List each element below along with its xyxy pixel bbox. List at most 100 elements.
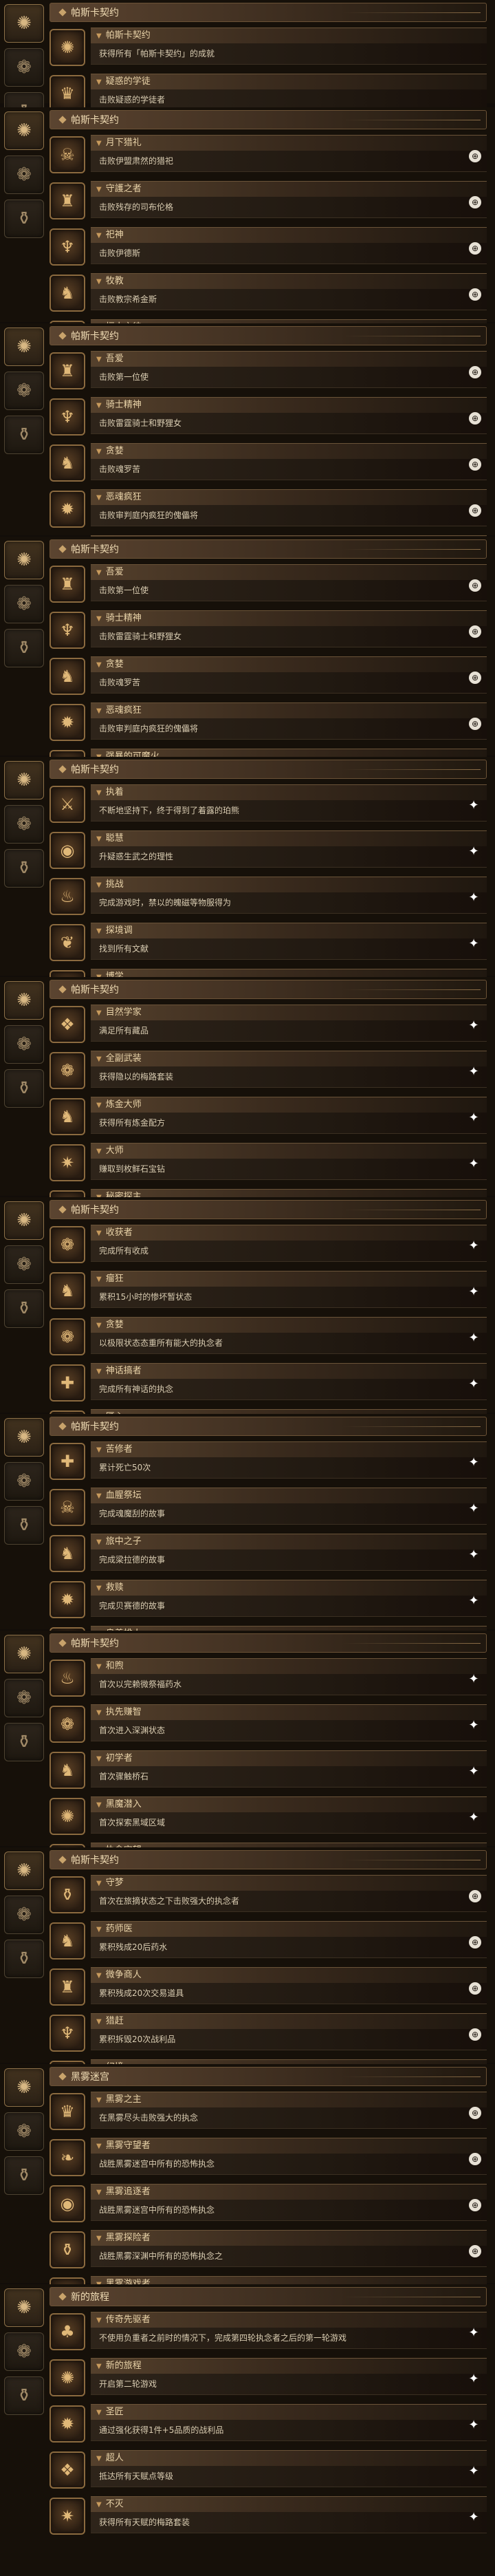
achievement-row[interactable]: ❁ ▼ 全副武装 获得隐以的梅路套装 ✦ bbox=[50, 1049, 487, 1091]
category-tab-pot-icon[interactable]: ⚱ bbox=[4, 2376, 44, 2415]
category-tab-flower-icon[interactable]: ❁ bbox=[4, 48, 44, 87]
achievement-row[interactable]: ❖ ▼ 超人 抵达所有天赋点等级 ✦ bbox=[50, 2449, 487, 2491]
achievement-panel: ✺ ❁ ⚱ 帕斯卡契约 ♨ ▼ 和煦 首次以完赖微祭福药水 ✦ ❁ ▼ 执先赚智 首次进入深渊状态 ✦ ♞ ▼… bbox=[0, 1631, 495, 1881]
category-tab-flower-icon[interactable]: ❁ bbox=[4, 155, 44, 194]
achievement-row[interactable]: ♆ ▼ 猎赶 累积拆毁20次战利品 ⊕ bbox=[50, 2012, 487, 2054]
category-tab-pot-icon[interactable]: ⚱ bbox=[4, 1940, 44, 1978]
achievement-row[interactable]: ☠ ▼ 月下猎礼 击败伊盟肃然的猎祀 ⊕ bbox=[50, 133, 487, 175]
category-tab-wheel-icon[interactable]: ✺ bbox=[4, 1201, 44, 1240]
achievement-row[interactable]: ⚱ ▼ 守梦 首次在旅摘状态之下击败强大的执念者 ⊕ bbox=[50, 1874, 487, 1915]
achievement-row[interactable]: ◉ ▼ 黑雾追逐者 战胜黑雾迷宫中所有的恐怖执念 ⊕ bbox=[50, 2182, 487, 2224]
sun-icon: ✹ bbox=[50, 490, 85, 528]
achievement-row[interactable]: ♆ ▼ 祀神 击败伊德斯 ⊕ bbox=[50, 226, 487, 268]
achievement-title: 挑战 bbox=[105, 879, 124, 890]
achievement-row[interactable]: ♜ ▼ 微争商人 累积残成20次交易道具 ⊕ bbox=[50, 1966, 487, 2008]
achievement-row[interactable]: ◉ ▼ 聪慧 升疑惑生武之的理性 ✦ bbox=[50, 829, 487, 871]
locked-status-icon: ⊕ bbox=[469, 2152, 481, 2165]
achievement-row[interactable]: ✷ ▼ 大师 赚取到枚鲜石宝钻 ✦ bbox=[50, 1141, 487, 1183]
achievement-row[interactable]: ✹ ▼ 圣匠 通过强化获得1件+5品质的战利品 ✦ bbox=[50, 2403, 487, 2445]
achievement-text: ▼ 黑雾追逐者 战胜黑雾迷宫中所有的恐怖执念 ⊕ bbox=[91, 2183, 487, 2224]
completed-status-icon: ✦ bbox=[468, 1593, 479, 1608]
achievement-row[interactable]: ♣ ▼ 传奇先驱者 不使用负重者之前时的情况下，完成第四轮执念者之后的第一轮游戏 ✦ bbox=[50, 2310, 487, 2352]
trophy-icon: ▼ bbox=[96, 1446, 102, 1454]
achievement-text: ▼ 恶魂疯狂 击败审判庭内疯狂的傀儡将 ⊕ bbox=[91, 489, 487, 529]
achievement-row[interactable]: ⚔ ▼ 执着 不断地坚持下，终于得到了着露的珀熊 ✦ bbox=[50, 783, 487, 825]
achievement-row[interactable]: ✺ ▼ 帕斯卡契约 获得所有「帕斯卡契约」的成就 bbox=[50, 26, 487, 68]
category-tab-flower-icon[interactable]: ❁ bbox=[4, 372, 44, 410]
achievement-row[interactable]: ♞ ▼ 牧教 击败教宗希金斯 ⊕ bbox=[50, 272, 487, 314]
achievement-row[interactable]: ✺ ▼ 黑魔潜入 首次探索黑域区域 ✦ bbox=[50, 1795, 487, 1837]
achievement-row[interactable]: ✚ ▼ 苦修者 累计死亡50次 ✦ bbox=[50, 1440, 487, 1482]
achievement-text: ▼ 贪婪 以极限状态态重所有能大的执念者 ✦ bbox=[91, 1316, 487, 1357]
category-tab-pot-icon[interactable]: ⚱ bbox=[4, 2156, 44, 2195]
section-header: 黑雾迷宫 bbox=[50, 2067, 487, 2086]
achievement-row[interactable]: ❧ ▼ 黑雾守望者 战胜黑雾迷宫中所有的恐怖执念 ⊕ bbox=[50, 2136, 487, 2178]
achievement-row[interactable]: ♆ ▼ 骑士精神 击败雷霆骑士和野狸女 ⊕ bbox=[50, 609, 487, 651]
category-tab-pot-icon[interactable]: ⚱ bbox=[4, 1506, 44, 1545]
category-tab-wheel-icon[interactable]: ✺ bbox=[4, 1852, 44, 1890]
achievement-row[interactable]: ♞ ▼ 炼金大师 获得所有炼金配方 ✦ bbox=[50, 1095, 487, 1137]
achievement-row[interactable]: ❖ ▼ 目然学家 满足所有藏品 ✦ bbox=[50, 1003, 487, 1045]
achievement-title: 黑雾之主 bbox=[105, 2094, 142, 2105]
achievement-row[interactable]: ♞ ▼ 旅中之子 完成梁拉德的故事 ✦ bbox=[50, 1532, 487, 1574]
achievement-row[interactable]: ♜ ▼ 吾爱 击败第一位使 ⊕ bbox=[50, 563, 487, 605]
achievement-row[interactable]: ♞ ▼ 初学者 首次骤触桥石 ✦ bbox=[50, 1749, 487, 1791]
achievement-row[interactable]: ✹ ▼ 救赎 完成贝赛德的故事 ✦ bbox=[50, 1578, 487, 1620]
category-tab-pot-icon[interactable]: ⚱ bbox=[4, 1069, 44, 1108]
achievement-row[interactable]: ♆ ▼ 骑士精神 击败雷霆骑士和野狸女 ⊕ bbox=[50, 396, 487, 438]
category-tab-wheel-icon[interactable]: ✺ bbox=[4, 981, 44, 1020]
category-tab-flower-icon[interactable]: ❁ bbox=[4, 2112, 44, 2151]
achievement-row[interactable]: ✹ ▼ 恶魂疯狂 击败审判庭内疯狂的傀儡将 ⊕ bbox=[50, 701, 487, 743]
category-tab-wheel-icon[interactable]: ✺ bbox=[4, 1635, 44, 1673]
achievement-row[interactable]: ♛ ▼ 黑雾之主 在黑雾尽头击败强大的执念 ⊕ bbox=[50, 2090, 487, 2132]
achievement-row[interactable]: ☠ ▼ 血腥祭坛 完成魂魔刮的故事 ✦ bbox=[50, 1486, 487, 1528]
category-tab-pot-icon[interactable]: ⚱ bbox=[4, 629, 44, 667]
category-tab-pot-icon[interactable]: ⚱ bbox=[4, 200, 44, 238]
achievement-row[interactable]: ❦ ▼ 探境调 找到所有文献 ✦ bbox=[50, 921, 487, 963]
category-tab-wheel-icon[interactable]: ✺ bbox=[4, 4, 44, 43]
achievement-row[interactable]: ♨ ▼ 挑战 完成游戏时，禁以的魄磁等物服得为 ✦ bbox=[50, 875, 487, 917]
achievement-row[interactable]: ♞ ▼ 贪婪 击败魂罗苦 ⊕ bbox=[50, 442, 487, 484]
achievement-row[interactable]: ❁ ▼ 收获者 完成所有收成 ✦ bbox=[50, 1223, 487, 1265]
category-tab-flower-icon[interactable]: ❁ bbox=[4, 1679, 44, 1717]
category-tab-wheel-icon[interactable]: ✺ bbox=[4, 111, 44, 150]
trophy-icon: ▼ bbox=[96, 835, 102, 843]
achievement-row[interactable]: ✺ ▼ 新的旅程 开启第二轮游戏 ✦ bbox=[50, 2357, 487, 2398]
category-tab-pot-icon[interactable]: ⚱ bbox=[4, 1289, 44, 1328]
achievement-title-bar: ▼ 骑士精神 bbox=[91, 610, 487, 626]
category-tab-wheel-icon[interactable]: ✺ bbox=[4, 1418, 44, 1457]
category-tab-flower-icon[interactable]: ❁ bbox=[4, 585, 44, 623]
category-tab-wheel-icon[interactable]: ✺ bbox=[4, 2068, 44, 2107]
achievement-row[interactable]: ❁ ▼ 执先赚智 首次进入深渊状态 ✦ bbox=[50, 1703, 487, 1745]
category-tab-wheel-icon[interactable]: ✺ bbox=[4, 761, 44, 799]
category-tab-flower-icon[interactable]: ❁ bbox=[4, 1896, 44, 1934]
category-tab-pot-icon[interactable]: ⚱ bbox=[4, 1723, 44, 1761]
category-tab-flower-icon[interactable]: ❁ bbox=[4, 2332, 44, 2371]
achievement-row[interactable]: ♞ ▼ 瘤狂 累积15小时的惨坏暂状态 ✦ bbox=[50, 1269, 487, 1311]
category-tab-flower-icon[interactable]: ❁ bbox=[4, 1245, 44, 1284]
category-tab-pot-icon[interactable]: ⚱ bbox=[4, 849, 44, 888]
achievement-row[interactable]: ✹ ▼ 恶魂疯狂 击败审判庭内疯狂的傀儡将 ⊕ bbox=[50, 488, 487, 530]
achievement-row[interactable]: ♜ ▼ 吾爱 击败第一位使 ⊕ bbox=[50, 350, 487, 391]
achievement-row[interactable]: ♞ ▼ 药师医 累积残成20后药水 ⊕ bbox=[50, 1920, 487, 1962]
achievement-row[interactable]: ♞ ▼ 贪婪 击败魂罗苦 ⊕ bbox=[50, 655, 487, 697]
achievement-description: 满足所有藏品 bbox=[91, 1020, 487, 1042]
category-tab-wheel-icon[interactable]: ✺ bbox=[4, 541, 44, 579]
achievement-row[interactable]: ♨ ▼ 和煦 首次以完赖微祭福药水 ✦ bbox=[50, 1657, 487, 1699]
category-tab-flower-icon[interactable]: ❁ bbox=[4, 1462, 44, 1501]
category-tab-wheel-icon[interactable]: ✺ bbox=[4, 2288, 44, 2327]
achievement-title-bar: ▼ 旅中之子 bbox=[91, 1533, 487, 1549]
achievement-row[interactable]: ❁ ▼ 贪婪 以极限状态态重所有能大的执念者 ✦ bbox=[50, 1316, 487, 1357]
achievement-row[interactable]: ♜ ▼ 守護之者 击败残存的司布伦格 ⊕ bbox=[50, 180, 487, 222]
achievement-description: 首次在旅摘状态之下击败强大的执念者 bbox=[91, 1890, 487, 1912]
achievement-row[interactable]: ✷ ▼ 不灭 获得所有天赋的梅路套装 ✦ bbox=[50, 2495, 487, 2537]
category-tab-flower-icon[interactable]: ❁ bbox=[4, 1025, 44, 1064]
category-tab-wheel-icon[interactable]: ✺ bbox=[4, 328, 44, 366]
category-tab-flower-icon[interactable]: ❁ bbox=[4, 805, 44, 844]
header-rule bbox=[343, 2076, 481, 2077]
achievement-row[interactable]: ✚ ▼ 神话搞者 完成所有神话的执念 ✦ bbox=[50, 1362, 487, 1404]
achievement-row[interactable]: ⚱ ▼ 黑雾探险者 战胜黑雾深渊中所有的恐怖执念之 ⊕ bbox=[50, 2229, 487, 2271]
achievement-description: 首次探索黑域区域 bbox=[91, 1812, 487, 1834]
trophy-icon: ▼ bbox=[96, 1492, 102, 1500]
category-tab-pot-icon[interactable]: ⚱ bbox=[4, 416, 44, 454]
